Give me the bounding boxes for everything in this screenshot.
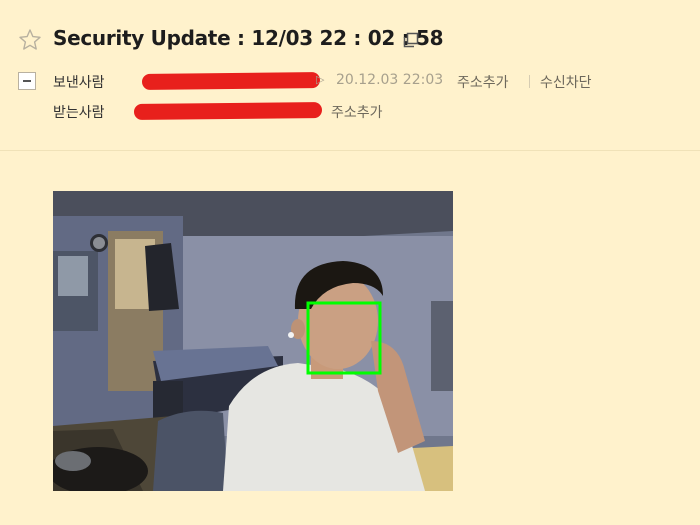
mail-header: Security Update : 12/03 22 : 02 : 58 보낸사… (0, 0, 700, 151)
block-sender-link[interactable]: 수신차단 (540, 72, 592, 92)
sender-label: 보낸사람 (53, 75, 105, 91)
recipient-redaction (133, 102, 323, 120)
mail-date: 20.12.03 22:03 (336, 72, 444, 88)
star-icon[interactable] (18, 28, 42, 52)
add-recipient-address-link[interactable]: 주소추가 (331, 102, 383, 122)
sender-arrow-icon: ▷ (316, 73, 325, 86)
divider (529, 75, 530, 88)
collapse-details-button[interactable] (18, 72, 36, 90)
mail-subject: Security Update : 12/03 22 : 02 : 58 (53, 26, 444, 50)
recipient-label: 받는사람 (53, 105, 105, 121)
open-new-window-icon[interactable] (402, 31, 420, 49)
attached-webcam-photo (53, 191, 453, 491)
add-sender-address-link[interactable]: 주소추가 (457, 72, 509, 92)
sender-redaction (141, 72, 321, 90)
